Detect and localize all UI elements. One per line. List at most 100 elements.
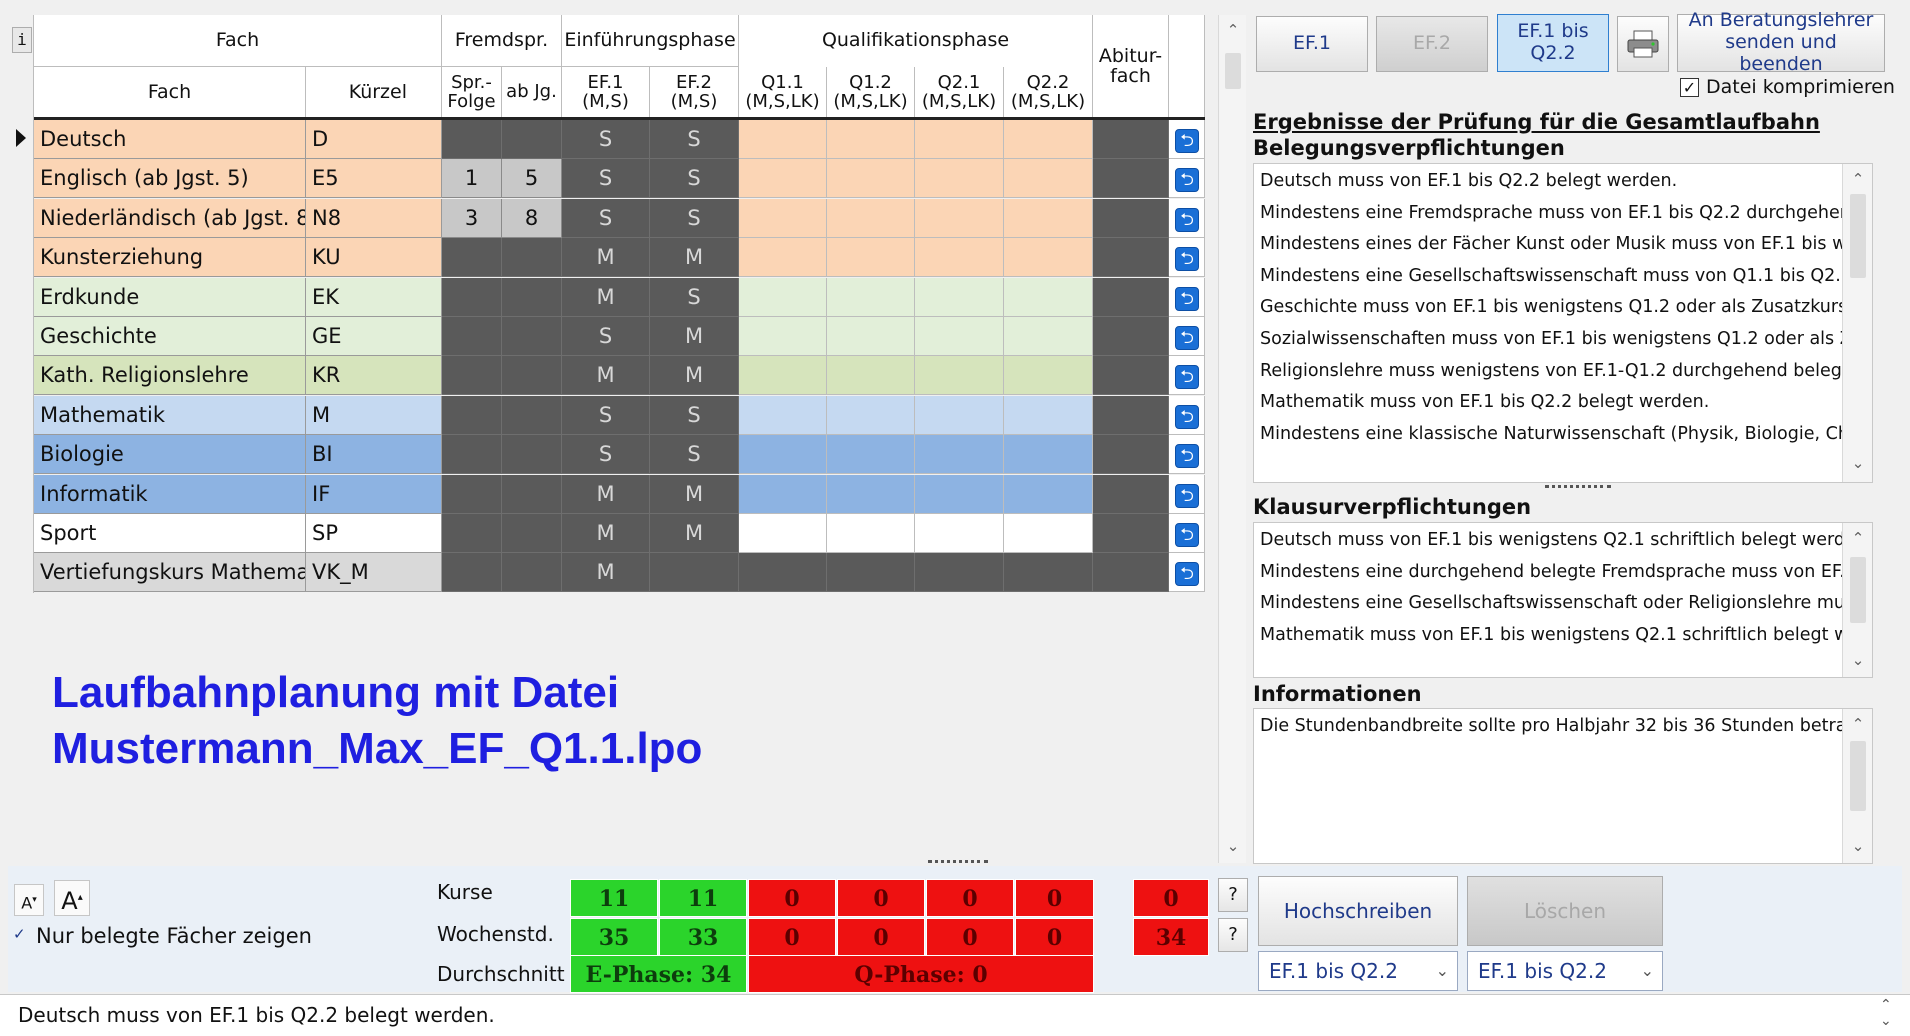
cell-q2[interactable] bbox=[827, 317, 915, 356]
cell-q4[interactable] bbox=[1004, 395, 1093, 435]
cell-ef1[interactable]: S bbox=[562, 120, 650, 159]
table-row[interactable]: Niederländisch (ab Jgst. 8) N8 3 8 S S ⮌ bbox=[34, 198, 1205, 238]
list-item[interactable]: Deutsch muss von EF.1 bis wenigstens Q2.… bbox=[1254, 525, 1872, 557]
cell-folge[interactable] bbox=[442, 395, 502, 435]
table-row[interactable]: Sport SP M M ⮌ bbox=[34, 514, 1205, 553]
cell-q1[interactable] bbox=[739, 317, 827, 356]
belegung-scroll-up-icon[interactable]: ⌃ bbox=[1847, 170, 1869, 188]
cell-q3[interactable] bbox=[915, 317, 1004, 356]
scroll-up-icon[interactable]: ⌃ bbox=[1222, 21, 1244, 39]
klausur-list[interactable]: Deutsch muss von EF.1 bis wenigstens Q2.… bbox=[1253, 522, 1873, 678]
cell-ef1[interactable]: M bbox=[562, 514, 650, 553]
cell-folge[interactable] bbox=[442, 435, 502, 475]
cell-abiturfach[interactable] bbox=[1093, 277, 1169, 317]
table-row[interactable]: Informatik IF M M ⮌ bbox=[34, 474, 1205, 514]
cell-ef2[interactable]: S bbox=[650, 395, 739, 435]
cell-ef2[interactable]: S bbox=[650, 277, 739, 317]
tab-ef1[interactable]: EF.1 bbox=[1256, 16, 1368, 72]
cell-q1[interactable] bbox=[739, 198, 827, 238]
cell-q3[interactable] bbox=[915, 159, 1004, 199]
cell-ef1[interactable]: S bbox=[562, 395, 650, 435]
cell-ef2[interactable]: S bbox=[650, 435, 739, 475]
tab-ef1-bis-q22[interactable]: EF.1 bis Q2.2 bbox=[1497, 14, 1609, 72]
cell-abiturfach[interactable] bbox=[1093, 120, 1169, 159]
belegung-scroll-thumb[interactable] bbox=[1850, 194, 1866, 278]
cell-folge[interactable] bbox=[442, 474, 502, 514]
klausur-scrollbar[interactable]: ⌃ ⌄ bbox=[1842, 523, 1872, 677]
list-item[interactable]: Die Stundenbandbreite sollte pro Halbjah… bbox=[1254, 711, 1872, 743]
copy-row-icon[interactable]: ⮌ bbox=[1175, 168, 1199, 193]
cell-ef1[interactable]: S bbox=[562, 198, 650, 238]
list-item[interactable]: Mathematik muss von EF.1 bis Q2.2 belegt… bbox=[1254, 387, 1872, 419]
cell-q1[interactable] bbox=[739, 120, 827, 159]
list-item[interactable]: Mindestens eine Gesellschaftswissenschaf… bbox=[1254, 261, 1872, 293]
cell-abjg[interactable] bbox=[502, 120, 562, 159]
cell-abjg[interactable]: 5 bbox=[502, 159, 562, 199]
cell-ef2[interactable]: S bbox=[650, 198, 739, 238]
table-row[interactable]: Vertiefungskurs MathematikVK_M M ⮌ bbox=[34, 553, 1205, 593]
copy-row-icon[interactable]: ⮌ bbox=[1175, 129, 1199, 153]
cell-abiturfach[interactable] bbox=[1093, 238, 1169, 278]
cell-ef1[interactable]: S bbox=[562, 317, 650, 356]
cell-q2[interactable] bbox=[827, 514, 915, 553]
list-item[interactable]: Mindestens eines der Fächer Kunst oder M… bbox=[1254, 229, 1872, 261]
cell-abiturfach[interactable] bbox=[1093, 159, 1169, 199]
cell-abiturfach[interactable] bbox=[1093, 553, 1169, 593]
cell-abjg[interactable] bbox=[502, 238, 562, 278]
wochenstd-help-button[interactable]: ? bbox=[1218, 918, 1248, 952]
list-item[interactable]: Deutsch muss von EF.1 bis Q2.2 belegt we… bbox=[1254, 166, 1872, 198]
cell-q3[interactable] bbox=[915, 553, 1004, 593]
cell-q1[interactable] bbox=[739, 356, 827, 396]
belegung-scrollbar[interactable]: ⌃ ⌄ bbox=[1842, 164, 1872, 482]
cell-q3[interactable] bbox=[915, 356, 1004, 396]
info-scroll-thumb[interactable] bbox=[1850, 741, 1866, 811]
cell-q3[interactable] bbox=[915, 395, 1004, 435]
belegung-splitter-grip[interactable] bbox=[1545, 485, 1611, 490]
cell-q4[interactable] bbox=[1004, 120, 1093, 159]
scroll-down-icon[interactable]: ⌄ bbox=[1222, 837, 1244, 855]
cell-folge[interactable]: 3 bbox=[442, 198, 502, 238]
cell-q4[interactable] bbox=[1004, 435, 1093, 475]
cell-folge[interactable] bbox=[442, 277, 502, 317]
cell-q1[interactable] bbox=[739, 277, 827, 317]
cell-abiturfach[interactable] bbox=[1093, 317, 1169, 356]
cell-abjg[interactable] bbox=[502, 317, 562, 356]
list-item[interactable]: Geschichte muss von EF.1 bis wenigstens … bbox=[1254, 292, 1872, 324]
cell-ef2[interactable]: M bbox=[650, 474, 739, 514]
cell-abjg[interactable] bbox=[502, 435, 562, 475]
cell-q1[interactable] bbox=[739, 395, 827, 435]
table-row[interactable]: Erdkunde EK M S ⮌ bbox=[34, 277, 1205, 317]
belegung-list[interactable]: Deutsch muss von EF.1 bis Q2.2 belegt we… bbox=[1253, 163, 1873, 483]
copy-row-icon[interactable]: ⮌ bbox=[1175, 523, 1199, 547]
scroll-thumb[interactable] bbox=[1225, 53, 1241, 89]
cell-ef2[interactable]: S bbox=[650, 120, 739, 159]
copy-row-icon[interactable]: ⮌ bbox=[1175, 365, 1199, 390]
cell-q2[interactable] bbox=[827, 238, 915, 278]
cell-q2[interactable] bbox=[827, 277, 915, 317]
cell-q3[interactable] bbox=[915, 198, 1004, 238]
only-taken-checkbox[interactable]: ✓ bbox=[13, 926, 29, 942]
klausur-scroll-up-icon[interactable]: ⌃ bbox=[1847, 529, 1869, 547]
cell-q1[interactable] bbox=[739, 435, 827, 475]
cell-q3[interactable] bbox=[915, 514, 1004, 553]
list-item[interactable]: Mindestens eine klassische Naturwissensc… bbox=[1254, 419, 1872, 451]
cell-q2[interactable] bbox=[827, 395, 915, 435]
list-item[interactable]: Mathematik muss von EF.1 bis wenigstens … bbox=[1254, 620, 1872, 652]
table-row[interactable]: Mathematik M S S ⮌ bbox=[34, 395, 1205, 435]
cell-ef2[interactable]: M bbox=[650, 238, 739, 278]
grid-scrollbar[interactable]: ⌃ ⌄ bbox=[1218, 15, 1246, 863]
cell-q4[interactable] bbox=[1004, 317, 1093, 356]
cell-q3[interactable] bbox=[915, 435, 1004, 475]
print-button[interactable] bbox=[1617, 16, 1669, 72]
cell-q4[interactable] bbox=[1004, 198, 1093, 238]
cell-q3[interactable] bbox=[915, 277, 1004, 317]
cell-q2[interactable] bbox=[827, 553, 915, 593]
cell-abiturfach[interactable] bbox=[1093, 198, 1169, 238]
cell-abjg[interactable]: 8 bbox=[502, 198, 562, 238]
info-button[interactable]: i bbox=[12, 27, 32, 53]
belegung-scroll-down-icon[interactable]: ⌄ bbox=[1847, 454, 1869, 472]
cell-ef1[interactable]: S bbox=[562, 159, 650, 199]
cell-ef2[interactable]: M bbox=[650, 317, 739, 356]
list-item[interactable]: Sozialwissenschaften muss von EF.1 bis w… bbox=[1254, 324, 1872, 356]
cell-q4[interactable] bbox=[1004, 514, 1093, 553]
